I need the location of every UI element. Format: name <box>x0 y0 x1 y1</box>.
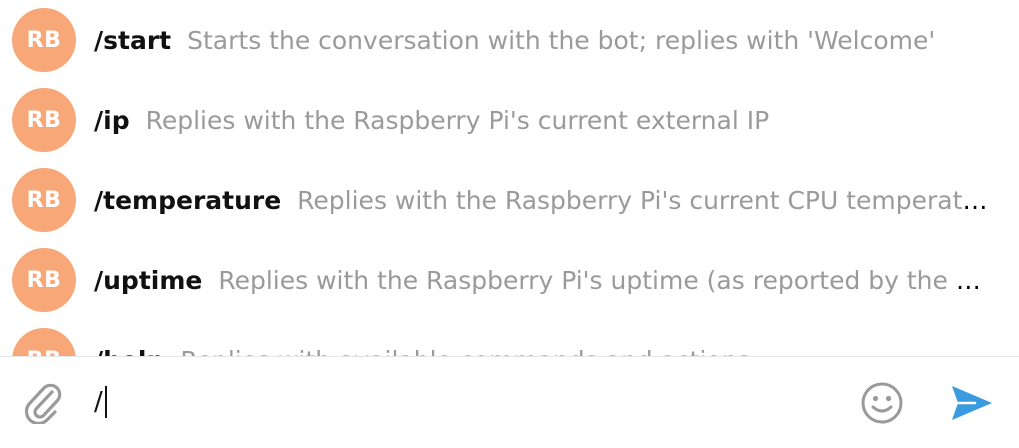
message-composer: / <box>0 356 1019 448</box>
command-description: Replies with the Raspberry Pi's current … <box>297 185 991 215</box>
command-name: /temperature <box>94 185 282 215</box>
command-text: /uptime Replies with the Raspberry Pi's u… <box>94 266 991 295</box>
emoji-button[interactable] <box>858 381 906 429</box>
bot-avatar: RB <box>12 328 76 356</box>
text-caret <box>104 386 107 418</box>
bot-avatar: RB <box>12 248 76 312</box>
command-text: /ip Replies with the Raspberry Pi's curre… <box>94 106 991 135</box>
message-input[interactable]: / <box>94 379 814 425</box>
command-item-start[interactable]: RB /start Starts the conversation with th… <box>0 0 1019 80</box>
message-input-value: / <box>94 387 103 417</box>
command-description: Replies with the Raspberry Pi's uptime (… <box>218 265 991 295</box>
command-description: Starts the conversation with the bot; re… <box>187 25 936 55</box>
command-text: /temperature Replies with the Raspberry P… <box>94 186 991 215</box>
command-item-temperature[interactable]: RB /temperature Replies with the Raspberr… <box>0 160 1019 240</box>
command-suggestions-list: RB /start Starts the conversation with th… <box>0 0 1019 356</box>
send-arrow-icon <box>949 383 995 428</box>
command-item-uptime[interactable]: RB /uptime Replies with the Raspberry Pi'… <box>0 240 1019 320</box>
command-text: /start Starts the conversation with the b… <box>94 26 991 55</box>
command-item-help[interactable]: RB /help Replies with available commands … <box>0 320 1019 356</box>
command-text: /help Replies with available commands and… <box>94 346 991 357</box>
bot-avatar: RB <box>12 8 76 72</box>
attach-button[interactable] <box>18 377 66 429</box>
bot-avatar: RB <box>12 168 76 232</box>
command-name: /start <box>94 25 172 55</box>
send-button[interactable] <box>946 379 998 431</box>
paperclip-icon <box>22 378 62 429</box>
command-item-ip[interactable]: RB /ip Replies with the Raspberry Pi's cu… <box>0 80 1019 160</box>
chat-window: RB /start Starts the conversation with th… <box>0 0 1019 448</box>
command-description: Replies with available commands and acti… <box>180 346 750 357</box>
command-description: Replies with the Raspberry Pi's current … <box>145 105 770 135</box>
command-name: /help <box>94 346 164 357</box>
command-name: /ip <box>94 105 130 135</box>
smiley-icon <box>859 380 905 431</box>
bot-avatar: RB <box>12 88 76 152</box>
command-name: /uptime <box>94 265 203 295</box>
